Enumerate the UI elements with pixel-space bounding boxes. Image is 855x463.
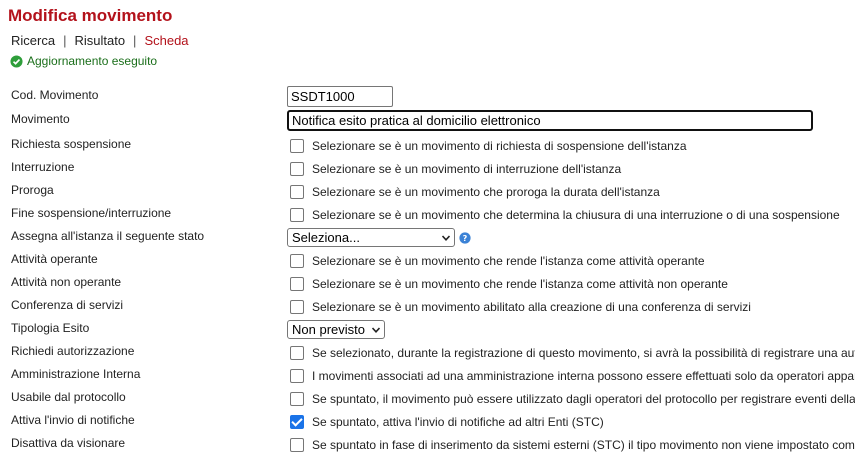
chevron-down-icon [372, 326, 380, 333]
breadcrumb-current: Scheda [144, 33, 189, 48]
field-description: Se spuntato, il movimento può essere uti… [312, 391, 855, 406]
field-label: Richiedi autorizzazione [11, 344, 135, 358]
row-disattiva-visionare: Disattiva da visionare Se spuntato in fa… [0, 433, 855, 456]
field-label: Attività operante [11, 252, 98, 266]
interruzione-checkbox[interactable] [290, 161, 304, 176]
row-attivita-non-operante: Attività non operante Selezionare se è u… [0, 272, 855, 295]
chevron-down-icon [442, 234, 450, 241]
field-description: Se selezionato, durante la registrazione… [312, 345, 855, 360]
field-description: I movimenti associati ad una amministraz… [312, 368, 855, 383]
breadcrumb-result-link[interactable]: Risultato [74, 33, 125, 48]
fine-sospensione-checkbox[interactable] [290, 207, 304, 222]
movimento-input[interactable] [287, 110, 813, 131]
row-cod-movimento: Cod. Movimento [0, 85, 855, 108]
row-amministrazione-interna: Amministrazione Interna I movimenti asso… [0, 364, 855, 387]
field-description: Selezionare se è un movimento di interru… [312, 161, 622, 176]
field-description: Se spuntato in fase di inserimento da si… [312, 437, 855, 452]
tipologia-esito-value: Non previsto [292, 322, 365, 337]
row-fine-sospensione: Fine sospensione/interruzione Selezionar… [0, 203, 855, 226]
field-label: Conferenza di servizi [11, 298, 124, 312]
field-label: Disattiva da visionare [11, 436, 126, 450]
field-description: Se spuntato, attiva l'invio di notifiche… [312, 414, 604, 429]
field-label: Fine sospensione/interruzione [11, 206, 172, 220]
field-label: Interruzione [11, 160, 75, 174]
row-interruzione: Interruzione Selezionare se è un movimen… [0, 157, 855, 180]
field-label: Assegna all'istanza il seguente stato [11, 229, 205, 243]
cod-movimento-input[interactable] [287, 86, 393, 107]
row-conferenza-servizi: Conferenza di servizi Selezionare se è u… [0, 295, 855, 318]
field-label: Movimento [11, 112, 70, 126]
breadcrumb-separator: | [63, 33, 67, 48]
help-icon[interactable]: ? [459, 231, 471, 244]
breadcrumb-separator: | [133, 33, 137, 48]
amministrazione-interna-checkbox[interactable] [290, 368, 304, 383]
field-label: Usabile dal protocollo [11, 390, 126, 404]
invio-notifiche-checkbox[interactable] [290, 414, 304, 429]
svg-text:?: ? [463, 234, 468, 243]
field-description: Selezionare se è un movimento che determ… [312, 207, 840, 222]
field-label: Attività non operante [11, 275, 122, 289]
conferenza-servizi-checkbox[interactable] [290, 299, 304, 314]
field-description: Selezionare se è un movimento che prorog… [312, 184, 660, 199]
row-movimento: Movimento [0, 109, 855, 132]
row-proroga: Proroga Selezionare se è un movimento ch… [0, 180, 855, 203]
richiedi-autorizzazione-checkbox[interactable] [290, 345, 304, 360]
row-richiesta-sospensione: Richiesta sospensione Selezionare se è u… [0, 134, 855, 157]
row-richiedi-autorizzazione: Richiedi autorizzazione Se selezionato, … [0, 341, 855, 364]
field-label: Proroga [11, 183, 54, 197]
row-assegna-stato: Assegna all'istanza il seguente stato Se… [0, 226, 855, 249]
breadcrumb: Ricerca | Risultato | Scheda [11, 33, 189, 48]
disattiva-visionare-checkbox[interactable] [290, 437, 304, 452]
field-label: Richiesta sospensione [11, 137, 132, 151]
usabile-protocollo-checkbox[interactable] [290, 391, 304, 406]
attivita-operante-checkbox[interactable] [290, 253, 304, 268]
check-circle-icon [10, 54, 23, 68]
attivita-non-operante-checkbox[interactable] [290, 276, 304, 291]
field-label: Amministrazione Interna [11, 367, 141, 381]
row-attivita-operante: Attività operante Selezionare se è un mo… [0, 249, 855, 272]
field-description: Selezionare se è un movimento che rende … [312, 253, 705, 268]
field-description: Selezionare se è un movimento di richies… [312, 138, 687, 153]
breadcrumb-search-link[interactable]: Ricerca [11, 33, 55, 48]
field-description: Selezionare se è un movimento abilitato … [312, 299, 751, 314]
stato-select-value: Seleziona... [292, 230, 360, 245]
field-label: Cod. Movimento [11, 88, 99, 102]
stato-select[interactable]: Seleziona... [287, 228, 455, 247]
tipologia-esito-select[interactable]: Non previsto [287, 320, 385, 339]
status-message: Aggiornamento eseguito [10, 54, 157, 68]
page-title: Modifica movimento [8, 6, 173, 25]
field-label: Tipologia Esito [11, 321, 90, 335]
row-tipologia-esito: Tipologia Esito Non previsto [0, 318, 855, 341]
row-invio-notifiche: Attiva l'invio di notifiche Se spuntato,… [0, 410, 855, 433]
field-label: Attiva l'invio di notifiche [11, 413, 135, 427]
richiesta-sospensione-checkbox[interactable] [290, 138, 304, 153]
field-description: Selezionare se è un movimento che rende … [312, 276, 728, 291]
status-text: Aggiornamento eseguito [27, 54, 158, 68]
proroga-checkbox[interactable] [290, 184, 304, 199]
row-usabile-protocollo: Usabile dal protocollo Se spuntato, il m… [0, 387, 855, 410]
